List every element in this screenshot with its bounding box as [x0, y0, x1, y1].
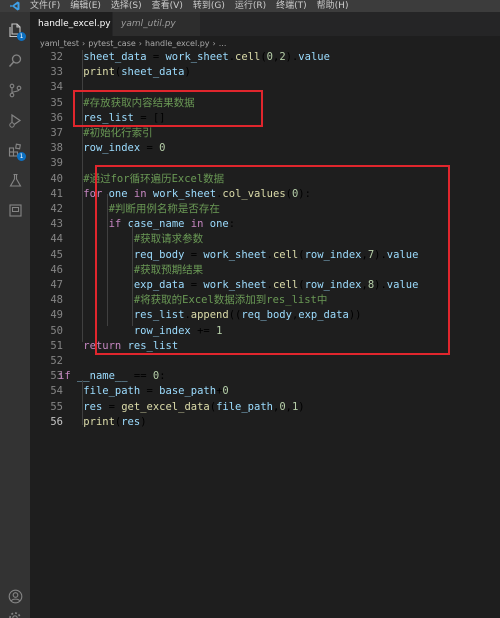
line-number: 39 — [50, 157, 63, 170]
code-text[interactable]: sheet_data = work_sheet.cell(0,2).value — [58, 50, 330, 65]
menu-terminal[interactable]: 终端(T) — [276, 0, 307, 12]
code-line[interactable]: 37 #初始化行索引 — [30, 126, 500, 141]
breadcrumb: yaml_test › pytest_case › handle_excel.p… — [30, 36, 500, 50]
line-number: 34 — [50, 81, 63, 94]
highlight-box-for-loop — [95, 165, 450, 355]
menu-selection[interactable]: 选择(S) — [111, 0, 142, 12]
code-text[interactable]: file_path = base_path+0 — [58, 384, 228, 399]
run-debug-icon[interactable] — [7, 112, 23, 128]
code-text[interactable]: if __name__ == 0: — [58, 369, 166, 384]
menu-view[interactable]: 查看(V) — [152, 0, 183, 12]
chevron-right-icon: › — [212, 38, 216, 48]
menu-edit[interactable]: 编辑(E) — [70, 0, 101, 12]
chevron-right-icon: › — [82, 38, 86, 48]
menu-bar: 文件(F) 编辑(E) 选择(S) 查看(V) 转到(G) 运行(R) 终端(T… — [0, 0, 500, 12]
menu-run[interactable]: 运行(R) — [235, 0, 266, 12]
menu-go[interactable]: 转到(G) — [193, 0, 225, 12]
code-line[interactable]: 32 sheet_data = work_sheet.cell(0,2).val… — [30, 50, 500, 65]
code-line[interactable]: 55 res = get_excel_data(file_path,0,1) — [30, 400, 500, 415]
source-control-icon[interactable] — [7, 82, 23, 98]
indent-guide — [82, 380, 83, 425]
code-line[interactable]: 53 if __name__ == 0: — [30, 369, 500, 384]
breadcrumb-item[interactable]: ... — [219, 39, 227, 48]
code-text[interactable]: print(res) — [58, 415, 146, 430]
code-editor[interactable]: 32 sheet_data = work_sheet.cell(0,2).val… — [30, 50, 500, 618]
chevron-right-icon: › — [138, 38, 142, 48]
tab-handle-excel[interactable]: handle_excel.py — [30, 12, 112, 36]
remote-explorer-icon[interactable] — [7, 202, 23, 218]
code-text[interactable]: res = get_excel_data(file_path,0,1) — [58, 400, 304, 415]
code-line[interactable]: 38 row_index = 0 — [30, 141, 500, 156]
tab-label: yaml_util.py — [121, 19, 176, 29]
settings-gear-icon[interactable] — [7, 610, 23, 618]
vscode-logo-icon — [0, 0, 30, 12]
line-number: 52 — [50, 355, 63, 367]
extensions-icon[interactable]: 1 — [7, 142, 26, 161]
code-line[interactable]: 56 print(res) — [30, 415, 500, 430]
search-icon[interactable] — [7, 52, 23, 68]
highlight-box-res-list — [73, 90, 263, 127]
code-line[interactable]: 33 print(sheet_data) — [30, 65, 500, 80]
tab-yaml-util[interactable]: yaml_util.py — [112, 12, 200, 36]
code-line[interactable]: 52 — [30, 354, 500, 369]
breadcrumb-item[interactable]: pytest_case — [88, 39, 136, 48]
extensions-badge: 1 — [17, 152, 26, 161]
breadcrumb-item[interactable]: yaml_test — [40, 39, 79, 48]
menu-file[interactable]: 文件(F) — [30, 0, 60, 12]
code-line[interactable]: 54 file_path = base_path+0 — [30, 384, 500, 399]
code-text[interactable]: row_index = 0 — [58, 141, 165, 156]
code-text[interactable]: print(sheet_data) — [58, 65, 190, 80]
account-icon[interactable] — [7, 588, 23, 604]
menu-help[interactable]: 帮助(H) — [317, 0, 349, 12]
code-text[interactable]: #初始化行索引 — [58, 126, 152, 141]
activity-bar: 1 1 — [0, 12, 30, 618]
editor-tab-bar: handle_excel.py yaml_util.py — [30, 12, 500, 36]
explorer-icon[interactable]: 1 — [7, 22, 26, 41]
testing-icon[interactable] — [7, 172, 23, 188]
tab-label: handle_excel.py — [38, 19, 111, 29]
explorer-badge: 1 — [17, 32, 26, 41]
breadcrumb-item[interactable]: handle_excel.py — [145, 39, 210, 48]
